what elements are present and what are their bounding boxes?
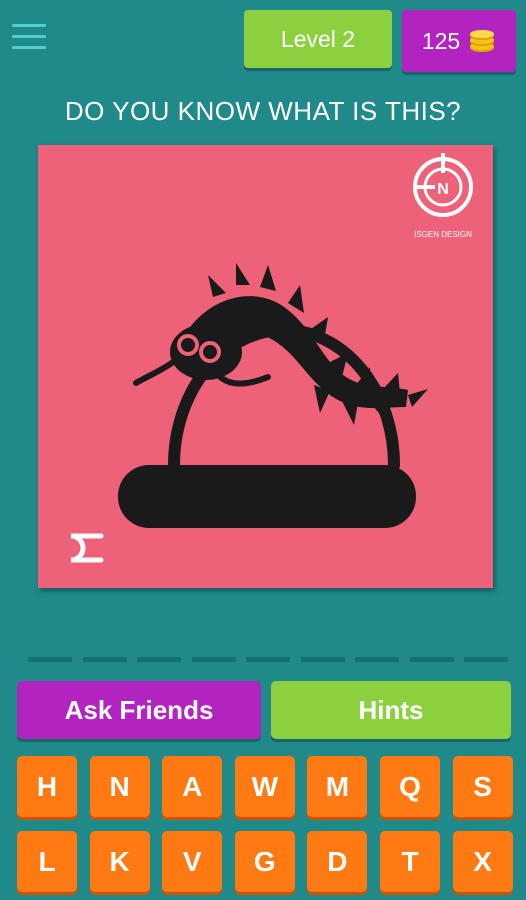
answer-slot[interactable]: [300, 657, 345, 662]
letter-key[interactable]: S: [452, 756, 513, 817]
letter-key[interactable]: G: [234, 831, 295, 892]
answer-slot[interactable]: [355, 657, 399, 662]
hints-label: Hints: [358, 694, 424, 725]
menu-icon[interactable]: [12, 24, 46, 52]
letter-key[interactable]: K: [89, 831, 150, 892]
answer-slot[interactable]: [246, 657, 290, 662]
answer-slot[interactable]: [191, 657, 236, 662]
puzzle-image: N ISGEN DESIGN: [38, 145, 493, 588]
ask-friends-button[interactable]: Ask Friends: [17, 681, 261, 739]
letter-key[interactable]: W: [234, 756, 295, 817]
answer-slot[interactable]: [28, 657, 72, 662]
letter-key[interactable]: X: [452, 831, 513, 892]
answer-slots: [28, 657, 508, 663]
coin-stack-icon: [470, 30, 495, 52]
hints-button[interactable]: Hints: [271, 681, 511, 739]
letter-key[interactable]: A: [162, 756, 223, 817]
ask-friends-label: Ask Friends: [64, 694, 214, 725]
watermark-text: ISGEN DESIGN: [414, 230, 472, 239]
coins-count: 125: [421, 27, 461, 54]
letter-key[interactable]: T: [380, 831, 440, 892]
letter-key[interactable]: Q: [380, 756, 440, 817]
coins-button[interactable]: 125: [402, 10, 516, 72]
letter-key[interactable]: L: [17, 831, 77, 892]
answer-slot[interactable]: [137, 657, 181, 662]
answer-slot[interactable]: [464, 657, 508, 662]
isgen-logo-icon: N: [413, 153, 473, 217]
level-button[interactable]: Level 2: [244, 10, 392, 68]
letter-key[interactable]: M: [307, 756, 368, 817]
level-label: Level 2: [280, 25, 356, 52]
answer-slot[interactable]: [82, 657, 127, 662]
letter-key[interactable]: D: [307, 831, 368, 892]
letter-key[interactable]: N: [89, 756, 150, 817]
letter-key[interactable]: H: [17, 756, 77, 817]
letter-key[interactable]: V: [162, 831, 223, 892]
question-text: DO YOU KNOW WHAT IS THIS?: [64, 96, 462, 126]
worm-in-glass-dome-icon: N ISGEN DESIGN: [70, 153, 473, 563]
answer-slot[interactable]: [409, 657, 454, 662]
svg-text:N: N: [437, 181, 449, 198]
